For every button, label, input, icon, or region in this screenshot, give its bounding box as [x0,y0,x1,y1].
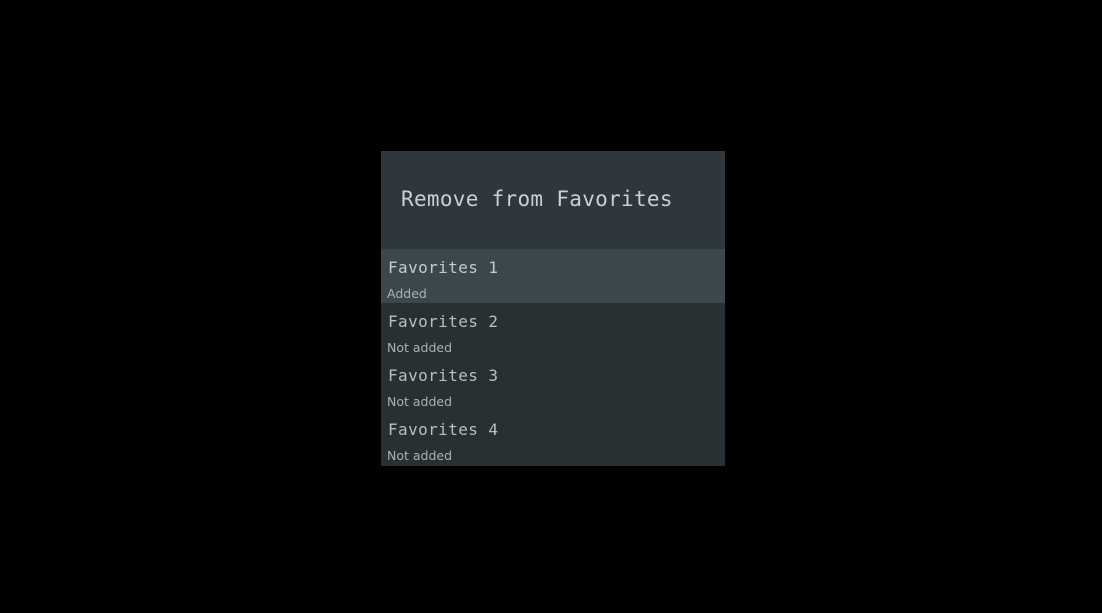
favorites-item-3[interactable]: Favorites 3 Not added [381,357,725,411]
favorites-item-1[interactable]: Favorites 1 Added [381,249,725,303]
favorites-item-4[interactable]: Favorites 4 Not added [381,411,725,465]
favorites-item-status: Not added [387,448,453,463]
favorites-list: Favorites 1 Added Favorites 2 Not added … [381,249,725,465]
favorites-dialog: Remove from Favorites Favorites 1 Added … [381,151,725,466]
favorites-item-label: Favorites 1 [388,258,499,277]
dialog-header: Remove from Favorites [381,151,725,249]
favorites-item-status: Not added [387,394,453,409]
favorites-item-status: Added [387,286,427,301]
favorites-item-status: Not added [387,340,453,355]
favorites-item-label: Favorites 4 [388,420,499,439]
favorites-item-label: Favorites 3 [388,366,499,385]
dialog-title: Remove from Favorites [401,187,673,211]
favorites-item-2[interactable]: Favorites 2 Not added [381,303,725,357]
favorites-item-label: Favorites 2 [388,312,499,331]
